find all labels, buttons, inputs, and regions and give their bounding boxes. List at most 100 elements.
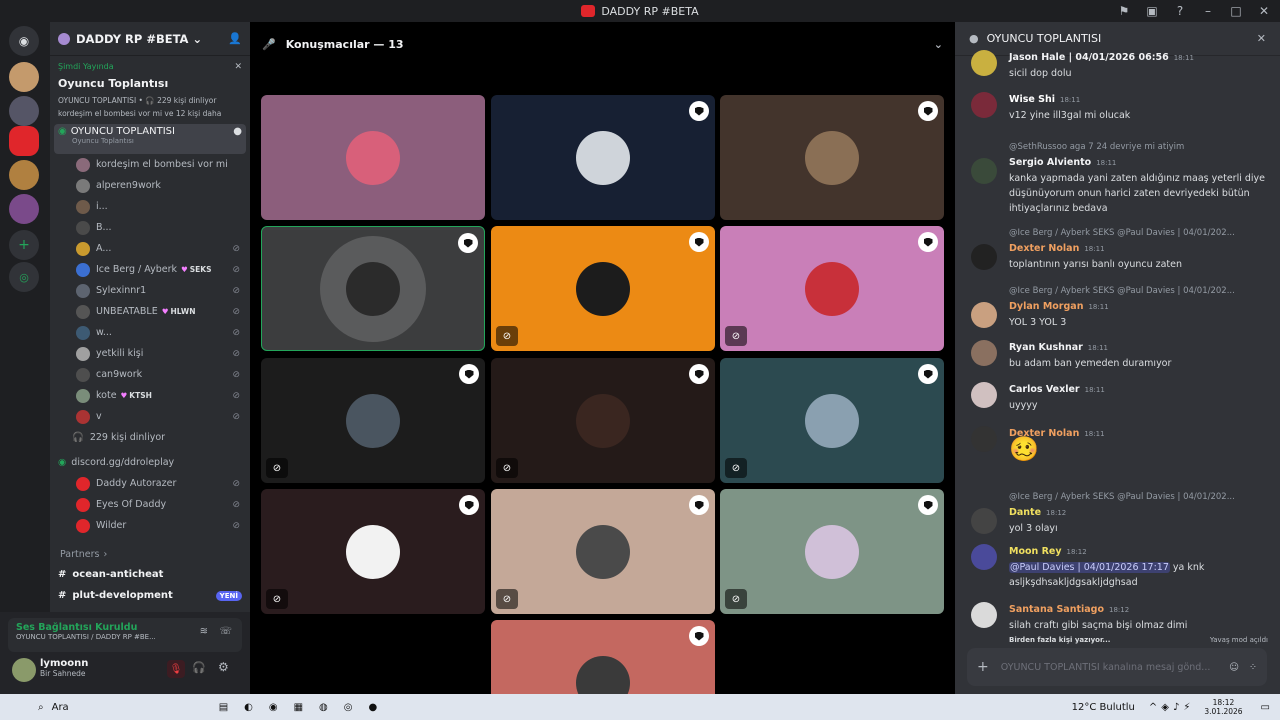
chat-message[interactable]: Moon Rey 18:12 @Paul Davies | 04/01/2026 1… — [955, 544, 1280, 590]
live-stage-card[interactable]: Şimdi Yayında ✕ Oyuncu Toplantısı OYUNCU… — [56, 60, 244, 120]
chat-message[interactable]: Santana Santiago 18:12 silah craftı gibi s… — [955, 602, 1280, 633]
user-mention[interactable]: @Paul Davies | 04/01/2026 17:17 — [1009, 562, 1170, 573]
chat-message[interactable]: Dexter Nolan 18:11 🥴 — [955, 426, 1280, 461]
reply-preview[interactable]: @Ice Berg / Ayberk SEKS @Paul Davies | 0… — [1009, 284, 1280, 299]
member-row[interactable]: i... — [50, 196, 250, 217]
member-row[interactable]: Eyes Of Daddy ⊘ — [50, 494, 250, 515]
channel-ocean-anticheat[interactable]: # ocean-anticheat — [50, 564, 250, 585]
member-row[interactable]: Ice Berg / Ayberk ♥ SEKS ⊘ — [50, 259, 250, 280]
pinned-apps[interactable]: ▤◐◉▦◍◎● — [219, 702, 394, 713]
chat-message[interactable]: @SethRussoo aga 7 24 devriye mi atiyim Se… — [955, 140, 1280, 216]
mute-mic-icon[interactable]: 🎙 — [167, 660, 185, 678]
close-icon[interactable]: ✕ — [1257, 32, 1266, 45]
author-name[interactable]: Moon Rey — [1009, 546, 1062, 557]
speaker-tile[interactable] — [261, 95, 485, 220]
author-name[interactable]: Carlos Vexler — [1009, 384, 1080, 395]
chat-message[interactable]: @Ice Berg / Ayberk SEKS @Paul Davies | 0… — [955, 284, 1280, 330]
close-icon[interactable]: ✕ — [234, 62, 242, 72]
tray-icons[interactable]: ^◈♪⚡ — [1149, 702, 1194, 713]
disconnect-icon[interactable]: ☏ — [219, 626, 232, 637]
speaker-tile[interactable]: ⊘ — [720, 358, 944, 483]
apps-icon[interactable]: ⁘ — [1249, 662, 1257, 673]
emoji-icon[interactable]: ☺ — [1229, 662, 1239, 673]
notification-icon[interactable]: ▭ — [1261, 702, 1270, 713]
chat-message[interactable]: Wise Shi 18:11 v12 yine ill3gal mi olucak — [955, 92, 1280, 123]
member-row[interactable]: yetkili kişi ⊘ — [50, 343, 250, 364]
avatar[interactable] — [971, 50, 997, 76]
speaker-tile[interactable] — [720, 95, 944, 220]
add-member-icon[interactable]: 👤 — [228, 32, 242, 45]
speaker-tile[interactable]: ⊘ — [720, 489, 944, 614]
author-name[interactable]: Sergio Alviento — [1009, 157, 1091, 168]
headphones-icon[interactable]: 🎧 — [192, 661, 206, 674]
screen-icon[interactable]: ▣ — [1138, 4, 1166, 18]
speakers-header[interactable]: 🎤 Konuşmacılar — 13 ⌄ — [250, 22, 955, 66]
avatar[interactable] — [12, 658, 36, 682]
close-button[interactable]: ✕ — [1250, 4, 1278, 18]
chat-message[interactable]: @Ice Berg / Ayberk SEKS @Paul Davies | 0… — [955, 226, 1280, 272]
author-name[interactable]: Dylan Morgan — [1009, 301, 1083, 312]
avatar[interactable] — [971, 92, 997, 118]
author-name[interactable]: Jason Hale | 04/01/2026 06:56 — [1009, 52, 1169, 63]
avatar[interactable] — [971, 544, 997, 570]
speaker-tile[interactable]: ⊘ — [491, 620, 715, 694]
avatar[interactable] — [971, 244, 997, 270]
author-name[interactable]: Dante — [1009, 507, 1041, 518]
server-icon-2[interactable] — [9, 96, 39, 126]
chat-message[interactable]: @Ice Berg / Ayberk SEKS @Paul Davies | 0… — [955, 490, 1280, 536]
speaker-tile[interactable]: ⊘ — [261, 358, 485, 483]
author-name[interactable]: Wise Shi — [1009, 94, 1055, 105]
taskbar-clock[interactable]: 18:12 3.01.2026 — [1204, 698, 1242, 716]
minimize-button[interactable]: – — [1194, 4, 1222, 18]
user-info[interactable]: lymoonn Bir Sahnede — [40, 658, 88, 678]
help-icon[interactable]: ? — [1166, 4, 1194, 18]
member-row[interactable]: w... ⊘ — [50, 322, 250, 343]
member-row[interactable]: UNBEATABLE ♥ HLWN ⊘ — [50, 301, 250, 322]
member-row[interactable]: v ⊘ — [50, 406, 250, 427]
avatar[interactable] — [971, 302, 997, 328]
channel-discord-link[interactable]: ◉ discord.gg/ddroleplay — [50, 452, 250, 473]
chevron-down-icon[interactable]: ⌄ — [934, 38, 943, 51]
server-icon-1[interactable] — [9, 62, 39, 92]
chat-bubble-icon[interactable]: ● — [233, 126, 242, 137]
speaker-tile[interactable]: ⊘ — [261, 489, 485, 614]
author-name[interactable]: Dexter Nolan — [1009, 243, 1079, 254]
author-name[interactable]: Ryan Kushnar — [1009, 342, 1083, 353]
speaker-tile[interactable]: ⊘ — [491, 489, 715, 614]
reply-preview[interactable]: @Ice Berg / Ayberk SEKS @Paul Davies | 0… — [1009, 226, 1280, 241]
member-row[interactable]: kordeşim el bombesi vor mi — [50, 154, 250, 175]
speaker-tile[interactable] — [261, 226, 485, 351]
channel-oyuncu-toplantisi[interactable]: ◉ OYUNCU TOPLANTISI ● Oyuncu Toplantısı — [54, 124, 246, 154]
add-attachment-icon[interactable]: + — [977, 659, 989, 675]
server-folder-icon[interactable] — [9, 194, 39, 224]
taskbar-search-label[interactable]: Ara — [52, 702, 69, 713]
channel-plut-development[interactable]: # plut-development YENİ — [50, 585, 250, 606]
member-row[interactable]: B... — [50, 217, 250, 238]
discord-home-icon[interactable]: ◉ — [9, 26, 39, 56]
chat-message[interactable]: Carlos Vexler 18:11 uyyyy — [955, 382, 1280, 413]
member-row[interactable]: alperen9work — [50, 175, 250, 196]
listeners-row[interactable]: 🎧 229 kişi dinliyor — [50, 427, 250, 448]
member-row[interactable]: Wilder ⊘ — [50, 515, 250, 536]
sound-wave-icon[interactable]: ≋ — [200, 626, 208, 637]
maximize-button[interactable]: □ — [1222, 4, 1250, 18]
inbox-icon[interactable]: ⚑ — [1110, 4, 1138, 18]
avatar[interactable] — [971, 340, 997, 366]
chat-message[interactable]: Ryan Kushnar 18:11 bu adam ban yemeden dur… — [955, 340, 1280, 371]
message-input[interactable]: + OYUNCU TOPLANTISI kanalına mesaj gönd.… — [967, 648, 1267, 686]
category-partners[interactable]: Partners › — [50, 544, 250, 564]
avatar[interactable] — [971, 508, 997, 534]
avatar[interactable] — [971, 158, 997, 184]
server-header[interactable]: DADDY RP #BETA ⌄ 👤 — [50, 22, 250, 56]
reply-preview[interactable]: @SethRussoo aga 7 24 devriye mi atiyim — [1009, 140, 1280, 155]
server-icon-daddy-rp[interactable] — [9, 126, 39, 156]
speaker-tile[interactable]: ⊘ — [491, 226, 715, 351]
taskbar-weather[interactable]: 12°C Bulutlu — [1072, 702, 1135, 713]
avatar[interactable] — [971, 426, 997, 452]
explore-icon[interactable]: ◎ — [9, 262, 39, 292]
author-name[interactable]: Santana Santiago — [1009, 604, 1104, 615]
speaker-tile[interactable]: ⊘ — [491, 358, 715, 483]
member-row[interactable]: Sylexinnr1 ⊘ — [50, 280, 250, 301]
member-row[interactable]: A... ⊘ — [50, 238, 250, 259]
search-icon[interactable]: ⌕ — [38, 702, 44, 713]
